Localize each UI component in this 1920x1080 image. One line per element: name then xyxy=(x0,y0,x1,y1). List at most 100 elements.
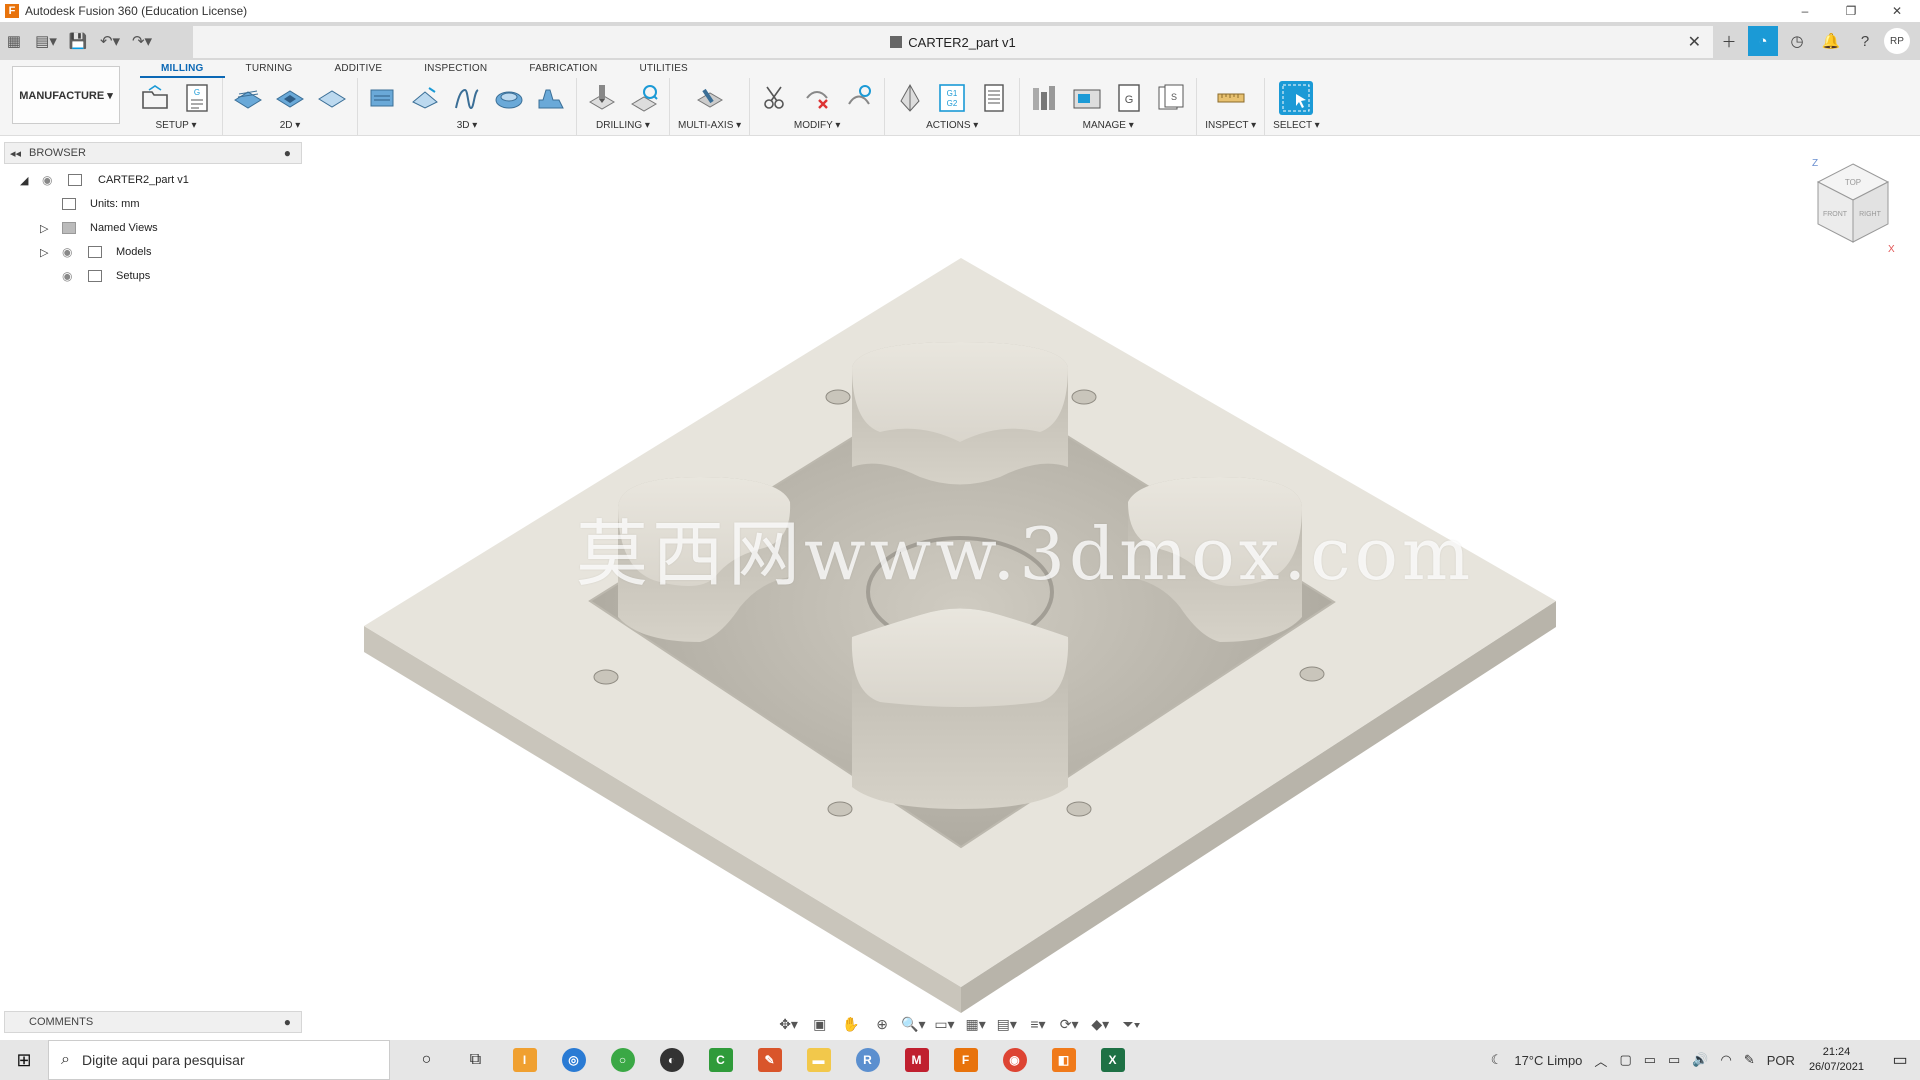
post-process-icon[interactable]: G1 G2 xyxy=(935,81,969,115)
pin-comments-icon[interactable]: ● xyxy=(284,1015,291,1029)
close-window-button[interactable]: ✕ xyxy=(1874,0,1920,22)
collapse-triangle-icon[interactable]: ◢ xyxy=(20,174,28,187)
tab-milling[interactable]: MILLING xyxy=(140,60,225,78)
task-view-icon[interactable]: ⧉ xyxy=(451,1040,500,1080)
visual-style-icon[interactable]: ◆▾ xyxy=(1088,1013,1113,1035)
tab-additive[interactable]: ADDITIVE xyxy=(313,60,403,78)
taskbar-app-i-icon[interactable]: I xyxy=(500,1040,549,1080)
taskbar-app-orange-icon[interactable]: ◧ xyxy=(1039,1040,1088,1080)
wifi-icon[interactable]: ◠ xyxy=(1721,1052,1732,1068)
hole-recognition-icon[interactable] xyxy=(627,81,661,115)
input-language[interactable]: POR xyxy=(1767,1053,1795,1068)
measure-icon[interactable] xyxy=(1214,81,1248,115)
group-label-3d[interactable]: 3D ▾ xyxy=(457,118,478,134)
expand-triangle-icon[interactable]: ▷ xyxy=(40,222,48,235)
tree-node-root[interactable]: ◢ ◉ CARTER2_part v1 xyxy=(4,168,302,192)
taskbar-app-chrome-icon[interactable]: ◉ xyxy=(990,1040,1039,1080)
document-tab[interactable]: CARTER2_part v1 ✕ xyxy=(193,26,1713,58)
visibility-eye-icon[interactable]: ◉ xyxy=(42,173,52,187)
display-settings-icon[interactable]: ▭▾ xyxy=(932,1013,957,1035)
tab-turning[interactable]: TURNING xyxy=(225,60,314,78)
cortana-circle-icon[interactable]: ○ xyxy=(402,1040,451,1080)
redo-icon[interactable]: ↷▾ xyxy=(128,27,156,55)
pen-icon[interactable]: ✎ xyxy=(1744,1052,1755,1068)
volume-icon[interactable]: 🔊 xyxy=(1692,1052,1708,1068)
taskbar-app-explorer-icon[interactable]: ▬ xyxy=(794,1040,843,1080)
pocket-2d-icon[interactable] xyxy=(273,81,307,115)
drill-icon[interactable] xyxy=(585,81,619,115)
select-arrow-icon[interactable] xyxy=(1279,81,1314,115)
new-tab-icon[interactable]: ＋ xyxy=(1714,26,1744,56)
stock-icon[interactable]: ≡▾ xyxy=(1025,1013,1050,1035)
group-label-drilling[interactable]: DRILLING ▾ xyxy=(596,118,650,134)
tab-inspection[interactable]: INSPECTION xyxy=(403,60,508,78)
new-setup-folder-icon[interactable] xyxy=(138,81,172,115)
trim-toolpath-icon[interactable] xyxy=(758,81,792,115)
extensions-icon[interactable]: ◷ xyxy=(1782,26,1812,56)
post-library-icon[interactable]: S xyxy=(1154,81,1188,115)
simulation-icon[interactable]: ⟳▾ xyxy=(1057,1013,1082,1035)
viewports-icon[interactable]: ▤▾ xyxy=(994,1013,1019,1035)
group-label-multi-axis[interactable]: MULTI-AXIS ▾ xyxy=(678,118,741,134)
weather-moon-icon[interactable]: ☾ xyxy=(1491,1052,1503,1068)
minimize-button[interactable]: – xyxy=(1782,0,1828,22)
job-status-icon[interactable]: ◔ xyxy=(1748,26,1778,56)
comments-panel[interactable]: COMMENTS ● xyxy=(4,1011,302,1033)
simulate-icon[interactable] xyxy=(893,81,927,115)
setup-sheet-icon[interactable] xyxy=(977,81,1011,115)
visibility-eye-icon[interactable]: ◉ xyxy=(62,269,72,283)
zoom-icon[interactable]: ⊕ xyxy=(870,1013,895,1035)
adaptive-clearing-3d-icon[interactable] xyxy=(366,81,400,115)
taskbar-app-excel-icon[interactable]: X xyxy=(1088,1040,1137,1080)
tree-node-models[interactable]: ▷ ◉ Models xyxy=(4,240,302,264)
tray-app-icon[interactable]: ▢ xyxy=(1619,1052,1631,1068)
undo-icon[interactable]: ↶▾ xyxy=(96,27,124,55)
taskbar-search-box[interactable]: ⌕ Digite aqui para pesquisar xyxy=(48,1040,390,1080)
taskbar-app-green-circle-icon[interactable]: ○ xyxy=(598,1040,647,1080)
visibility-eye-icon[interactable]: ◉ xyxy=(62,245,72,259)
contour-icon[interactable] xyxy=(492,81,526,115)
taskbar-app-fusion-icon[interactable]: F xyxy=(941,1040,990,1080)
nc-program-icon[interactable]: G xyxy=(180,81,214,115)
taskbar-clock[interactable]: 21:24 26/07/2021 xyxy=(1809,1045,1864,1075)
taskbar-app-m-icon[interactable]: M xyxy=(892,1040,941,1080)
collapse-browser-icon[interactable]: ◂◂ xyxy=(10,147,21,160)
data-panel-grid-icon[interactable]: ▦ xyxy=(0,27,28,55)
taskbar-app-r-icon[interactable]: R xyxy=(843,1040,892,1080)
group-label-select[interactable]: SELECT ▾ xyxy=(1273,118,1320,134)
tool-library-icon[interactable] xyxy=(1028,81,1062,115)
adaptive-clearing-2d-icon[interactable] xyxy=(231,81,265,115)
taskbar-app-pencil-icon[interactable]: ✎ xyxy=(745,1040,794,1080)
filter-icon[interactable]: ⏷▾ xyxy=(1119,1013,1144,1035)
file-menu-icon[interactable]: ▤▾ xyxy=(32,27,60,55)
notifications-icon[interactable]: ▭ xyxy=(1880,1040,1920,1080)
parallel-icon[interactable] xyxy=(450,81,484,115)
machine-library-icon[interactable] xyxy=(1070,81,1104,115)
group-label-actions[interactable]: ACTIONS ▾ xyxy=(926,118,978,134)
expand-triangle-icon[interactable]: ▷ xyxy=(40,246,48,259)
pocket-clearing-3d-icon[interactable] xyxy=(408,81,442,115)
browser-panel-header[interactable]: ◂◂ BROWSER ● xyxy=(4,142,302,164)
close-tab-icon[interactable]: ✕ xyxy=(1688,32,1701,52)
group-label-manage[interactable]: MANAGE ▾ xyxy=(1083,118,1134,134)
group-label-2d[interactable]: 2D ▾ xyxy=(280,118,301,134)
grid-icon[interactable]: ▦▾ xyxy=(963,1013,988,1035)
face-icon[interactable] xyxy=(315,81,349,115)
tray-generic-icon[interactable]: ▭ xyxy=(1668,1052,1680,1068)
template-library-icon[interactable]: G xyxy=(1112,81,1146,115)
fit-icon[interactable]: 🔍▾ xyxy=(901,1013,926,1035)
taskbar-app-ring-icon[interactable]: ◎ xyxy=(549,1040,598,1080)
workspace-switcher[interactable]: MANUFACTURE ▾ xyxy=(12,66,120,124)
steep-and-shallow-icon[interactable] xyxy=(534,81,568,115)
multi-axis-contour-icon[interactable] xyxy=(693,81,727,115)
tree-node-units[interactable]: Units: mm xyxy=(4,192,302,216)
group-label-modify[interactable]: MODIFY ▾ xyxy=(794,118,841,134)
notifications-bell-icon[interactable]: 🔔 xyxy=(1816,26,1846,56)
tree-node-named-views[interactable]: ▷ Named Views xyxy=(4,216,302,240)
restore-toolpath-icon[interactable] xyxy=(842,81,876,115)
tray-overflow-chevron-icon[interactable]: ︿ xyxy=(1594,1051,1607,1070)
tree-node-setups[interactable]: ◉ Setups xyxy=(4,264,302,288)
look-at-icon[interactable]: ▣ xyxy=(807,1013,832,1035)
help-icon[interactable]: ? xyxy=(1850,26,1880,56)
delete-toolpath-icon[interactable] xyxy=(800,81,834,115)
